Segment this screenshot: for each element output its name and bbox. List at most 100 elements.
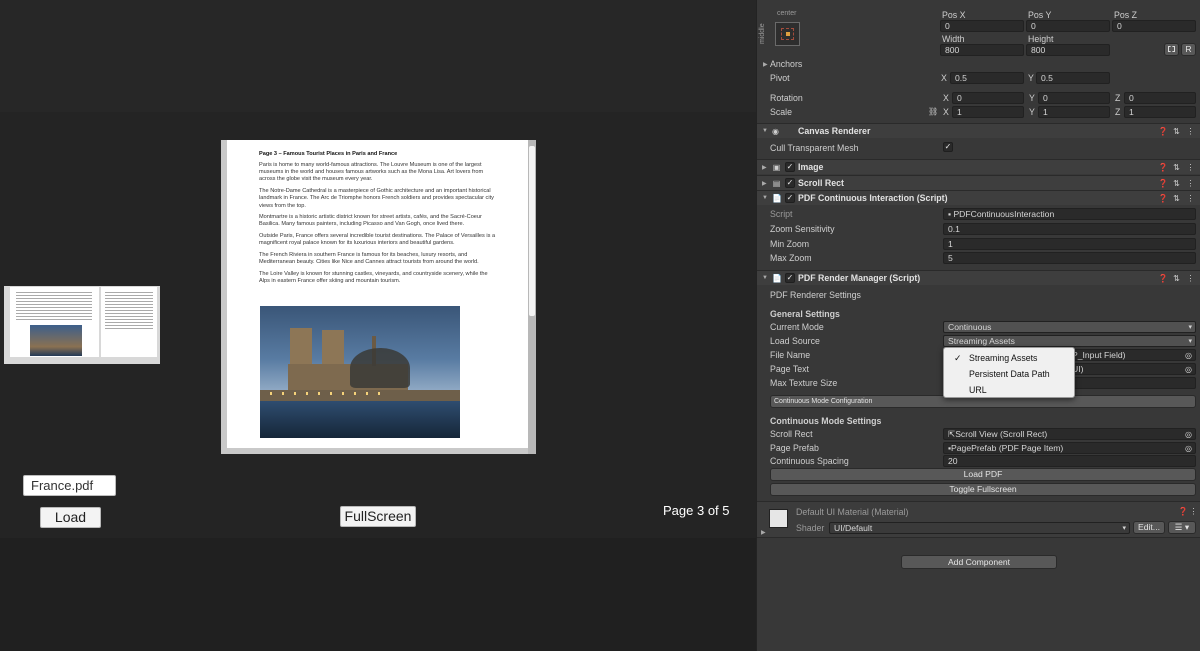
scroll-rect-object-field[interactable]: ⇱Scroll View (Scroll Rect) ◎ bbox=[943, 428, 1196, 440]
pivot-y-field[interactable]: 0.5 bbox=[1036, 72, 1110, 84]
rotation-x-field[interactable]: 0 bbox=[952, 92, 1024, 104]
height-label: Height bbox=[1028, 34, 1054, 44]
pdf-renderer-settings-heading: PDF Renderer Settings bbox=[770, 290, 861, 300]
zoom-sensitivity-field[interactable]: 0.1 bbox=[943, 223, 1196, 235]
kebab-menu-icon[interactable]: ⋮ bbox=[1189, 507, 1198, 516]
menu-item-streaming-assets[interactable]: ✓ Streaming Assets bbox=[944, 350, 1074, 366]
shader-options-button[interactable]: ☰ ▾ bbox=[1168, 521, 1196, 534]
width-field[interactable]: 800 bbox=[940, 44, 1024, 56]
thumbnail-page-1[interactable] bbox=[10, 287, 99, 357]
anchor-preset-button[interactable] bbox=[775, 22, 800, 46]
preset-icon[interactable]: ⇅ bbox=[1172, 274, 1181, 283]
help-icon[interactable]: ❓ bbox=[1158, 163, 1168, 172]
kebab-menu-icon[interactable]: ⋮ bbox=[1186, 163, 1195, 172]
scale-z-field[interactable]: 1 bbox=[1124, 106, 1196, 118]
foldout-arrow-icon[interactable]: ▼ bbox=[762, 195, 768, 201]
material-foldout-arrow[interactable]: ▶ bbox=[761, 529, 766, 536]
help-icon[interactable]: ❓ bbox=[1158, 179, 1168, 188]
menu-item-url[interactable]: URL bbox=[944, 382, 1074, 398]
shader-dropdown[interactable]: UI/Default ▾ bbox=[829, 522, 1130, 534]
image-header[interactable]: ▶ ▣ ✓ Image ❓ ⇅ ⋮ bbox=[757, 159, 1200, 174]
page-scrollbar-thumb[interactable] bbox=[529, 146, 535, 316]
load-pdf-button[interactable]: Load PDF bbox=[770, 468, 1196, 481]
foldout-arrow-icon[interactable]: ▼ bbox=[762, 275, 768, 281]
pos-x-field[interactable]: 0 bbox=[940, 20, 1024, 32]
pdf-render-title: PDF Render Manager (Script) bbox=[798, 273, 921, 283]
menu-item-persistent-data-path[interactable]: Persistent Data Path bbox=[944, 366, 1074, 382]
thumbnail-strip[interactable] bbox=[4, 286, 160, 364]
chevron-down-icon: ▾ bbox=[1188, 324, 1192, 331]
pos-z-field[interactable]: 0 bbox=[1112, 20, 1196, 32]
script-label: Script bbox=[770, 209, 793, 219]
object-picker-icon[interactable]: ◎ bbox=[1185, 443, 1192, 453]
preset-icon[interactable]: ⇅ bbox=[1172, 163, 1181, 172]
rotation-x-axis-label: X bbox=[943, 93, 949, 103]
min-zoom-field[interactable]: 1 bbox=[943, 238, 1196, 250]
page-prefab-object-field[interactable]: ▪PagePrefab (PDF Page Item) ◎ bbox=[943, 442, 1196, 454]
kebab-menu-icon[interactable]: ⋮ bbox=[1186, 274, 1195, 283]
load-source-dropdown[interactable]: Streaming Assets ▾ bbox=[943, 335, 1196, 347]
scale-y-field[interactable]: 1 bbox=[1038, 106, 1110, 118]
material-preview-swatch[interactable] bbox=[769, 509, 788, 528]
thumbnail-page-2[interactable] bbox=[101, 287, 157, 357]
link-icon[interactable]: ⛓ bbox=[928, 107, 938, 116]
rotation-z-axis-label: Z bbox=[1115, 93, 1121, 103]
canvas-renderer-header[interactable]: ▼ ◉ Canvas Renderer ❓ ⇅ ⋮ bbox=[757, 123, 1200, 138]
current-mode-dropdown[interactable]: Continuous ▾ bbox=[943, 321, 1196, 333]
add-component-button[interactable]: Add Component bbox=[901, 555, 1057, 569]
paragraph-5: The French Riviera in southern France is… bbox=[259, 252, 479, 266]
scroll-rect-header[interactable]: ▶ ▤ ✓ Scroll Rect ❓ ⇅ ⋮ bbox=[757, 175, 1200, 190]
pdf-scroll-view[interactable]: Page 3 – Famous Tourist Places in Paris … bbox=[221, 140, 536, 454]
help-icon[interactable]: ❓ bbox=[1158, 194, 1168, 203]
file-name-input[interactable] bbox=[23, 475, 116, 496]
edit-shader-button[interactable]: Edit... bbox=[1133, 521, 1165, 534]
object-picker-icon[interactable]: ◎ bbox=[1185, 350, 1192, 360]
anchor-center-icon bbox=[786, 32, 790, 36]
load-source-label: Load Source bbox=[770, 336, 820, 346]
script-field: ▪ PDFContinuousInteraction bbox=[943, 208, 1196, 220]
preset-icon[interactable]: ⇅ bbox=[1172, 194, 1181, 203]
raw-edit-button[interactable]: R bbox=[1181, 43, 1196, 56]
blueprint-mode-button[interactable] bbox=[1164, 43, 1179, 56]
menu-item-label: URL bbox=[969, 385, 987, 395]
pivot-x-field[interactable]: 0.5 bbox=[950, 72, 1024, 84]
foldout-arrow-icon[interactable]: ▶ bbox=[762, 164, 767, 171]
fullscreen-button[interactable]: FullScreen bbox=[340, 506, 416, 527]
foldout-arrow-icon[interactable]: ▼ bbox=[762, 128, 768, 134]
pivot-label: Pivot bbox=[770, 73, 790, 83]
pdf-interaction-header[interactable]: ▼ 📄 ✓ PDF Continuous Interaction (Script… bbox=[757, 190, 1200, 205]
toggle-fullscreen-button[interactable]: Toggle Fullscreen bbox=[770, 483, 1196, 496]
help-icon[interactable]: ❓ bbox=[1178, 507, 1188, 516]
object-picker-icon[interactable]: ◎ bbox=[1185, 364, 1192, 374]
pdf-render-header[interactable]: ▼ 📄 ✓ PDF Render Manager (Script) ❓ ⇅ ⋮ bbox=[757, 270, 1200, 285]
help-icon[interactable]: ❓ bbox=[1158, 127, 1168, 136]
kebab-menu-icon[interactable]: ⋮ bbox=[1186, 179, 1195, 188]
load-button[interactable]: Load bbox=[40, 507, 101, 528]
image-enabled-checkbox[interactable]: ✓ bbox=[785, 162, 795, 172]
object-picker-icon[interactable]: ◎ bbox=[1185, 429, 1192, 439]
foldout-arrow-icon[interactable]: ▶ bbox=[762, 180, 767, 187]
pdf-render-enabled-checkbox[interactable]: ✓ bbox=[785, 273, 795, 283]
scale-x-field[interactable]: 1 bbox=[952, 106, 1024, 118]
preset-icon[interactable]: ⇅ bbox=[1172, 179, 1181, 188]
page-heading: Page 3 – Famous Tourist Places in Paris … bbox=[259, 151, 398, 157]
anchors-foldout-arrow[interactable]: ▶ bbox=[763, 61, 768, 68]
rotation-y-field[interactable]: 0 bbox=[1038, 92, 1110, 104]
scroll-rect-enabled-checkbox[interactable]: ✓ bbox=[785, 178, 795, 188]
continuous-spacing-field[interactable]: 20 bbox=[943, 455, 1196, 467]
pdf-interaction-enabled-checkbox[interactable]: ✓ bbox=[785, 193, 795, 203]
preset-icon[interactable]: ⇅ bbox=[1172, 127, 1181, 136]
kebab-menu-icon[interactable]: ⋮ bbox=[1186, 194, 1195, 203]
file-name-label: File Name bbox=[770, 350, 811, 360]
max-zoom-field[interactable]: 5 bbox=[943, 252, 1196, 264]
height-field[interactable]: 800 bbox=[1026, 44, 1110, 56]
rotation-z-field[interactable]: 0 bbox=[1124, 92, 1196, 104]
game-view: Page 3 – Famous Tourist Places in Paris … bbox=[0, 0, 756, 651]
anchors-label[interactable]: Anchors bbox=[770, 59, 802, 69]
max-texture-label: Max Texture Size bbox=[770, 378, 838, 388]
pos-y-field[interactable]: 0 bbox=[1026, 20, 1110, 32]
current-mode-value: Continuous bbox=[948, 322, 992, 332]
cull-transparent-checkbox[interactable]: ✓ bbox=[943, 142, 953, 152]
help-icon[interactable]: ❓ bbox=[1158, 274, 1168, 283]
kebab-menu-icon[interactable]: ⋮ bbox=[1186, 127, 1195, 136]
